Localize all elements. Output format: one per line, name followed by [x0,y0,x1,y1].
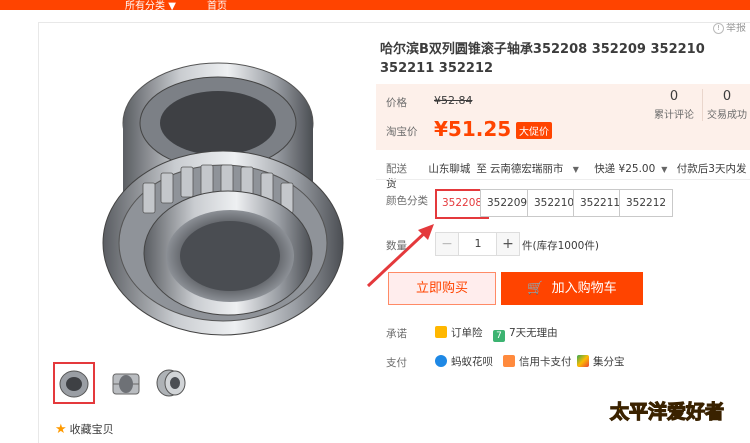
stock-text: 件(库存1000件) [522,240,599,252]
review-count-label: 累计评论 [654,110,694,121]
price-label: 价格 [386,97,407,109]
cart-icon: 🛒 [527,281,544,296]
add-to-cart-button[interactable]: 🛒 加入购物车 [501,272,643,305]
huabei-icon [435,355,447,367]
payment-label: 支付 [386,357,407,369]
ship-method[interactable]: 快递 ¥25.00 [594,163,655,175]
service-label: 订单险 [451,327,483,339]
service-order-insurance[interactable]: 订单险 [435,325,483,340]
thumbnail-2[interactable] [107,364,145,402]
svg-text:太平洋爱好者: 太平洋爱好者 [610,400,724,423]
thumbnail-3[interactable] [153,364,191,402]
shipping-row: 配送 山东聊城至云南德宏瑞丽市 ▼ 快递 ¥25.00 ▼ 付款后3天内发货 [386,161,750,191]
ship-from: 山东聊城 [428,163,471,175]
ship-to-value: 云南德宏瑞丽市 [489,163,564,175]
all-categories-menu[interactable]: 所有分类 ▼ [125,0,176,12]
promo-badge: 大促价 [516,122,552,139]
review-count-value: 0 [669,89,679,104]
payment-item-label: 信用卡支付 [519,356,572,368]
payment-jifenbao[interactable]: 集分宝 [577,354,625,369]
insurance-icon [435,326,447,338]
buy-now-button[interactable]: 立即购买 [388,272,496,305]
shipping-label: 配送 [386,163,407,175]
watermark-logo: 太平洋爱好者 [609,399,724,423]
review-count[interactable]: 0 累计评论 [648,89,700,121]
divider [376,179,750,180]
promo-price-label: 淘宝价 [386,126,418,138]
all-categories-label: 所有分类 [125,1,165,12]
service-label: 7天无理由 [509,327,558,339]
sku-option-352209[interactable]: 352209 [480,189,535,217]
credit-card-icon [503,355,515,367]
quantity-increment-button[interactable]: + [496,232,520,256]
payment-huabei[interactable]: 蚂蚁花呗 [435,354,493,369]
original-price: ¥52.84 [434,94,473,107]
promise-label: 承诺 [386,328,407,340]
service-7day-return[interactable]: 7 7天无理由 [493,325,558,342]
chevron-down-icon: ▼ [661,165,668,174]
payment-item-label: 蚂蚁花呗 [451,356,493,368]
price-box: 价格 ¥52.84 淘宝价 ¥51.25 大促价 0 累计评论 0 交易成功 [376,84,750,150]
quantity-label: 数量 [386,240,407,252]
payment-credit-card[interactable]: 信用卡支付 [503,354,572,369]
home-link[interactable]: 首页 [207,0,227,12]
return-7day-icon: 7 [493,330,505,342]
jifenbao-icon [577,355,589,367]
add-to-cart-label: 加入购物车 [551,281,617,296]
sales-count-label: 交易成功 [707,110,747,121]
sales-count: 0 交易成功 [702,89,750,121]
chevron-down-icon: ▼ [572,165,579,174]
quantity-input[interactable]: 1 [458,232,498,256]
current-price: ¥51.25 [434,117,512,141]
sku-label: 颜色分类 [386,195,428,207]
payment-item-label: 集分宝 [593,356,625,368]
sku-option-352212[interactable]: 352212 [619,189,674,217]
ship-to-word: 至 [476,163,487,175]
sales-count-value: 0 [722,89,732,104]
top-nav-bar: 所有分类 ▼ 首页 [0,0,750,12]
thumbnail-1[interactable] [53,362,95,404]
favorite-label: 收藏宝贝 [69,423,114,436]
quantity-decrement-button[interactable]: − [435,232,459,256]
main-product-image [102,62,344,336]
ship-to-select[interactable]: 云南德宏瑞丽市 ▼ [490,163,585,175]
chevron-down-icon: ▼ [168,1,176,12]
product-title: 哈尔滨B双列圆锥滚子轴承352208 352209 352210 352211 … [380,42,705,76]
